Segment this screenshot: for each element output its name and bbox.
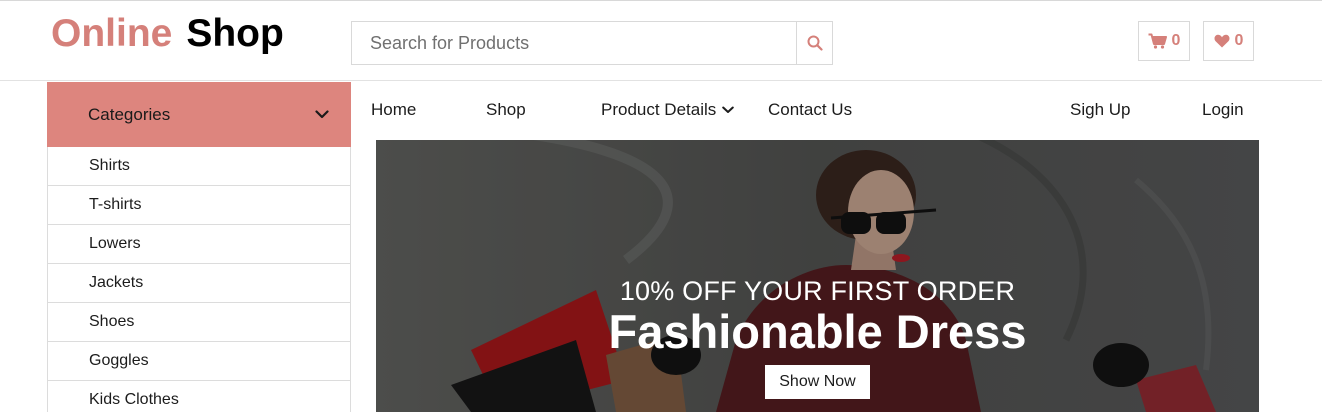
category-item-goggles[interactable]: Goggles — [48, 342, 350, 381]
logo[interactable]: Online Shop — [51, 12, 284, 56]
category-item-t-shirts[interactable]: T-shirts — [48, 186, 350, 225]
nav-shop[interactable]: Shop — [486, 100, 526, 120]
cart-icon — [1148, 33, 1167, 49]
nav-product-details-label: Product Details — [601, 100, 717, 119]
categories-list: Shirts T-shirts Lowers Jackets Shoes Gog… — [47, 147, 351, 412]
nav-home[interactable]: Home — [371, 100, 416, 120]
nav-contact[interactable]: Contact Us — [768, 100, 852, 120]
category-item-lowers[interactable]: Lowers — [48, 225, 350, 264]
cart-button[interactable]: 0 — [1138, 21, 1190, 61]
hero-title: Fashionable Dress — [608, 305, 1027, 358]
categories-title: Categories — [88, 104, 171, 124]
search-input[interactable] — [352, 22, 796, 64]
search-button[interactable] — [796, 22, 832, 64]
heart-icon — [1214, 34, 1230, 48]
hero-subtitle: 10% OFF YOUR FIRST ORDER — [619, 276, 1016, 306]
hero-banner: 10% OFF YOUR FIRST ORDER Fashionable Dre… — [376, 140, 1259, 412]
wishlist-button[interactable]: 0 — [1203, 21, 1254, 61]
nav-login[interactable]: Login — [1202, 100, 1244, 120]
category-item-shirts[interactable]: Shirts — [48, 147, 350, 186]
search-icon — [807, 35, 823, 51]
search-bar — [351, 21, 833, 65]
logo-first-word: Online — [51, 12, 173, 55]
logo-second-word: Shop — [186, 12, 284, 55]
categories-toggle[interactable]: Categories — [47, 82, 351, 147]
header: Online Shop 0 0 — [0, 1, 1322, 81]
nav-signup[interactable]: Sigh Up — [1070, 100, 1130, 120]
wishlist-count: 0 — [1234, 32, 1244, 49]
shop-now-button[interactable]: Show Now — [765, 365, 870, 399]
category-item-kids-clothes[interactable]: Kids Clothes — [48, 381, 350, 412]
chevron-down-icon — [315, 110, 329, 119]
nav-product-details[interactable]: Product Details — [601, 100, 735, 120]
category-item-shoes[interactable]: Shoes — [48, 303, 350, 342]
cart-count: 0 — [1171, 32, 1181, 49]
category-item-jackets[interactable]: Jackets — [48, 264, 350, 303]
chevron-down-icon — [722, 106, 735, 113]
